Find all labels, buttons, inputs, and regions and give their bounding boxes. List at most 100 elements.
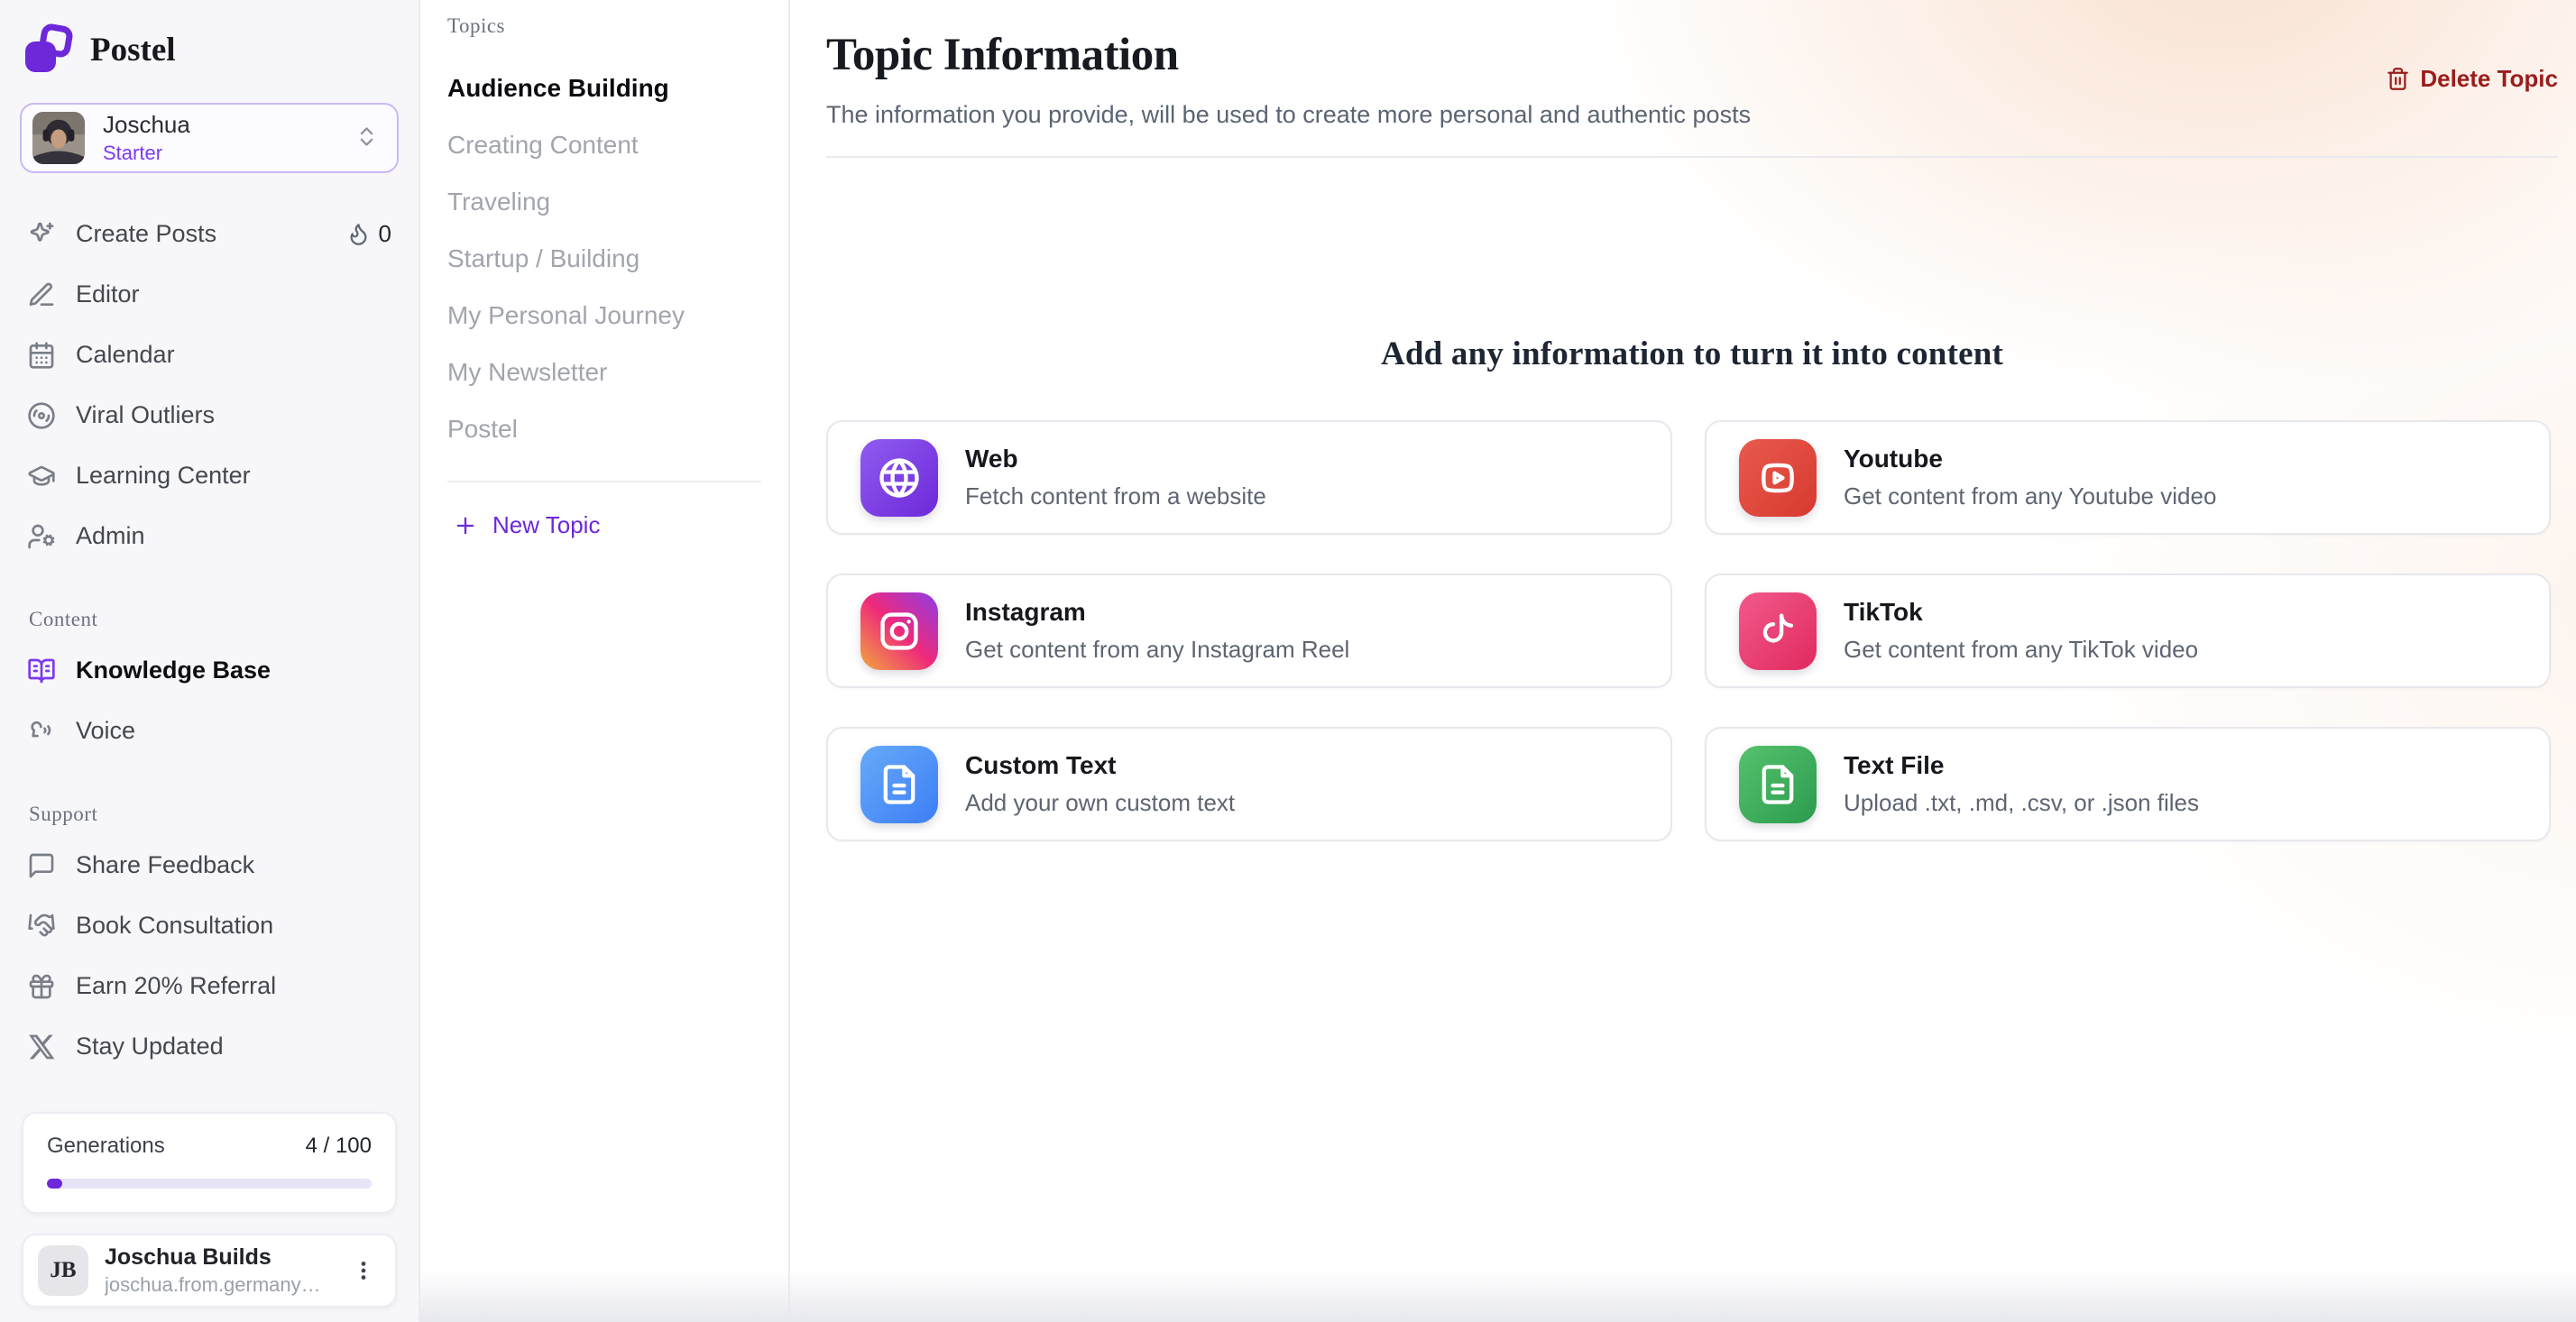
- source-card-web[interactable]: WebFetch content from a website: [826, 420, 1672, 535]
- sidebar-item-viral-outliers[interactable]: Viral Outliers: [20, 385, 399, 445]
- sidebar-item-label: Share Feedback: [76, 851, 254, 879]
- generations-progress-fill: [47, 1179, 62, 1189]
- page-title: Topic Information: [826, 29, 1751, 81]
- graduation-cap-icon: [27, 462, 56, 491]
- account-name: Joschua: [103, 111, 336, 139]
- sidebar-item-create-posts[interactable]: Create Posts 0: [20, 204, 399, 264]
- topic-item-startup-building[interactable]: Startup / Building: [447, 230, 761, 287]
- source-description: Get content from any Instagram Reel: [965, 636, 1349, 664]
- source-text: TikTok Get content from any TikTok video: [1844, 598, 2198, 664]
- topics-panel: Topics Audience Building Creating Content…: [420, 0, 790, 1322]
- topic-label: Postel: [447, 415, 518, 444]
- main-header: Topic Information The information you pr…: [826, 0, 2558, 129]
- app-logo[interactable]: Postel: [22, 23, 399, 76]
- topic-item-creating-content[interactable]: Creating Content: [447, 116, 761, 173]
- source-text: WebFetch content from a website: [965, 445, 1266, 510]
- sidebar-item-label: Admin: [76, 522, 145, 550]
- source-title: Text File: [1844, 751, 2199, 780]
- file-text-icon: [860, 746, 938, 823]
- generations-count: 4 / 100: [306, 1134, 372, 1159]
- user-gear-icon: [27, 522, 56, 551]
- sidebar-item-label: Stay Updated: [76, 1033, 224, 1060]
- user-text: Joschua Builds joschua.from.germany@g...: [105, 1244, 330, 1297]
- source-description: Get content from any TikTok video: [1844, 636, 2198, 664]
- sidebar-sections: ContentKnowledge BaseVoiceSupportShare F…: [20, 566, 399, 1077]
- topic-item-traveling[interactable]: Traveling: [447, 173, 761, 230]
- topics-title: Topics: [447, 14, 761, 38]
- topic-item-my-personal-journey[interactable]: My Personal Journey: [447, 287, 761, 344]
- sidebar-item-label: Earn 20% Referral: [76, 972, 276, 1000]
- voice-icon: [27, 717, 56, 746]
- new-topic-button[interactable]: New Topic: [447, 502, 605, 548]
- source-title: Web: [965, 445, 1266, 473]
- sidebar-item-earn-20-referral[interactable]: Earn 20% Referral: [20, 956, 399, 1016]
- sidebar-item-label: Editor: [76, 280, 140, 308]
- account-switcher[interactable]: Joschua Starter: [20, 103, 399, 173]
- source-card-instagram[interactable]: Instagram Get content from any Instagram …: [826, 574, 1672, 688]
- sidebar-item-voice[interactable]: Voice: [20, 701, 399, 761]
- source-card-youtube[interactable]: YoutubeGet content from any Youtube vide…: [1705, 420, 2551, 535]
- source-card-tiktok[interactable]: TikTok Get content from any TikTok video: [1705, 574, 2551, 688]
- topic-label: Startup / Building: [447, 244, 639, 273]
- topic-item-audience-building[interactable]: Audience Building: [447, 60, 761, 116]
- trash-icon: [2386, 67, 2410, 91]
- source-text: Instagram Get content from any Instagram …: [965, 598, 1349, 664]
- delete-topic-label: Delete Topic: [2420, 65, 2558, 93]
- main-panel: Topic Information The information you pr…: [790, 0, 2576, 1322]
- sidebar-item-label: Calendar: [76, 341, 175, 369]
- section-heading: Add any information to turn it into cont…: [826, 335, 2558, 373]
- sidebar-nav: Create Posts 0 Editor Calendar Viral Outlier…: [20, 204, 399, 566]
- source-card-text-file[interactable]: Text File Upload .txt, .md, .csv, or .jso…: [1705, 727, 2551, 841]
- sparkles-icon: [27, 220, 56, 249]
- brand-name: Postel: [90, 31, 176, 69]
- sidebar-item-share-feedback[interactable]: Share Feedback: [20, 835, 399, 895]
- sidebar-item-label: Create Posts: [76, 220, 216, 248]
- sidebar-item-knowledge-base[interactable]: Knowledge Base: [20, 640, 399, 701]
- source-description: Add your own custom text: [965, 789, 1235, 817]
- user-email: joschua.from.germany@g...: [105, 1273, 330, 1297]
- generations-card: Generations 4 / 100: [22, 1112, 397, 1214]
- topic-label: My Newsletter: [447, 358, 607, 387]
- source-title: Instagram: [965, 598, 1349, 627]
- sources-grid: WebFetch content from a website YoutubeGe…: [826, 420, 2558, 841]
- sidebar-item-label: Learning Center: [76, 462, 251, 490]
- source-card-custom-text[interactable]: Custom TextAdd your own custom text: [826, 727, 1672, 841]
- tiktok-icon: [1739, 592, 1817, 670]
- account-avatar: [32, 112, 85, 164]
- account-plan-badge: Starter: [103, 142, 336, 165]
- plus-icon: [453, 513, 478, 538]
- source-text: Custom TextAdd your own custom text: [965, 751, 1235, 817]
- instagram-icon: [860, 592, 938, 670]
- sidebar-item-book-consultation[interactable]: Book Consultation: [20, 895, 399, 956]
- file-text-icon: [1739, 746, 1817, 823]
- source-text: YoutubeGet content from any Youtube vide…: [1844, 445, 2216, 510]
- calendar-icon: [27, 341, 56, 370]
- sidebar-item-calendar[interactable]: Calendar: [20, 325, 399, 385]
- postel-logo-icon: [22, 23, 74, 76]
- delete-topic-button[interactable]: Delete Topic: [2386, 65, 2558, 93]
- credits-badge: 0: [346, 220, 391, 248]
- source-text: Text File Upload .txt, .md, .csv, or .jso…: [1844, 751, 2199, 817]
- generations-label: Generations: [47, 1134, 165, 1159]
- topics-divider: [447, 481, 761, 482]
- section-label-support: Support: [29, 803, 399, 826]
- source-description: Upload .txt, .md, .csv, or .json files: [1844, 789, 2199, 817]
- header-text: Topic Information The information you pr…: [826, 29, 1751, 129]
- sidebar-item-learning-center[interactable]: Learning Center: [20, 445, 399, 506]
- topic-item-postel[interactable]: Postel: [447, 400, 761, 457]
- sidebar-item-label: Knowledge Base: [76, 656, 271, 684]
- sidebar-item-admin[interactable]: Admin: [20, 506, 399, 566]
- youtube-play-icon: [1739, 439, 1817, 517]
- sidebar-item-label: Viral Outliers: [76, 401, 215, 429]
- user-menu-button[interactable]: [346, 1253, 381, 1288]
- topic-label: Traveling: [447, 188, 550, 216]
- sidebar-item-editor[interactable]: Editor: [20, 264, 399, 325]
- source-title: TikTok: [1844, 598, 2198, 627]
- user-card[interactable]: JB Joschua Builds joschua.from.germany@g…: [22, 1234, 397, 1308]
- topic-item-my-newsletter[interactable]: My Newsletter: [447, 344, 761, 400]
- sidebar-item-stay-updated[interactable]: Stay Updated: [20, 1016, 399, 1077]
- gift-icon: [27, 972, 56, 1001]
- chevrons-up-down-icon: [354, 124, 379, 151]
- topic-label: Creating Content: [447, 131, 639, 160]
- credits-count: 0: [379, 220, 391, 248]
